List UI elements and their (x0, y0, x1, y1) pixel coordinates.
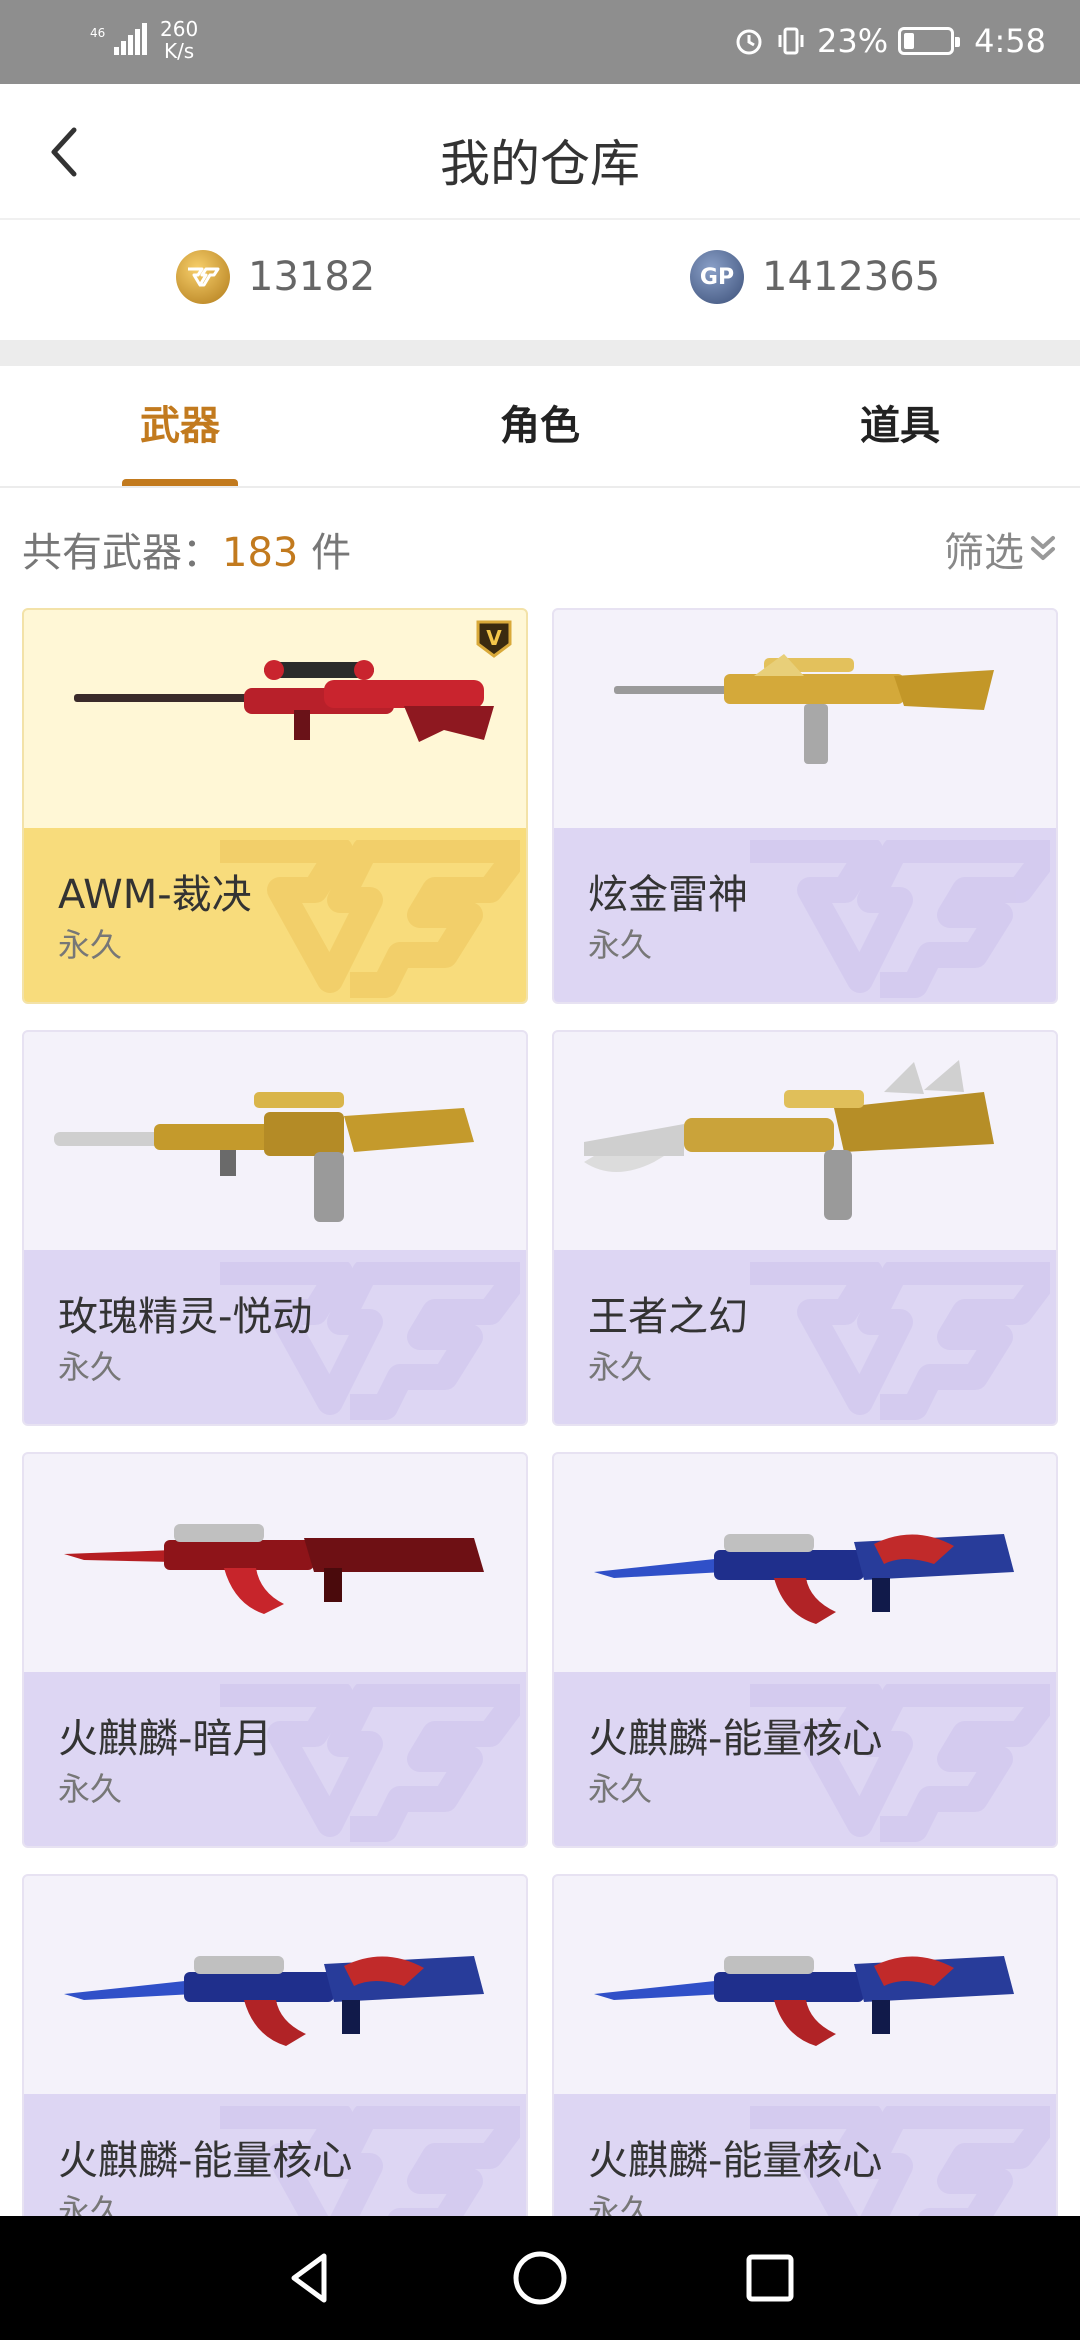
weapon-name: 玫瑰精灵-悦动 (58, 1294, 313, 1340)
weapon-image (554, 610, 1056, 828)
nav-recents-button[interactable] (740, 2248, 800, 2308)
cf-watermark-icon (750, 1262, 1050, 1420)
weapon-name: 火麒麟-暗月 (58, 1716, 273, 1762)
weapon-image (554, 1454, 1056, 1672)
weapon-duration: 永久 (588, 2192, 653, 2216)
vibrate-icon (778, 27, 804, 55)
system-nav-bar (0, 2216, 1080, 2340)
status-right: 23% 4:58 (733, 22, 1046, 60)
weapon-info: 火麒麟-能量核心永久 (24, 2094, 526, 2216)
weapon-info: 火麒麟-能量核心永久 (554, 2094, 1056, 2216)
tab-weapons[interactable]: 武器 (0, 366, 360, 488)
network-speed: 260 K/s (160, 18, 198, 62)
signal-icon: 46 (90, 23, 147, 55)
weapon-card[interactable]: 王者之幻 永久 (552, 1030, 1058, 1426)
back-triangle-icon (291, 2253, 327, 2303)
double-chevron-down-icon (1031, 536, 1055, 560)
status-bar: 46 260 K/s 23% 4:58 (0, 0, 1080, 84)
weapon-duration: 永久 (58, 2192, 123, 2216)
weapon-grid: V AWM-裁决 永久 炫金雷神 永久 玫瑰精灵-悦动 永久 王者之幻 永久 火… (0, 608, 1080, 2216)
nav-home-button[interactable] (510, 2248, 570, 2308)
nav-back-button[interactable] (280, 2248, 340, 2308)
weapon-image (24, 610, 526, 828)
weapon-count-value: 183 (222, 530, 299, 576)
tab-items[interactable]: 道具 (720, 366, 1080, 488)
gp-points: GP 1412365 (690, 250, 940, 304)
weapon-info: 火麒麟-能量核心永久 (554, 1672, 1056, 1846)
svg-text:V: V (486, 626, 502, 650)
weapon-name: AWM-裁决 (58, 872, 252, 918)
weapon-info: 玫瑰精灵-悦动永久 (24, 1250, 526, 1424)
cf-watermark-icon (750, 840, 1050, 998)
weapon-info: AWM-裁决永久 (24, 828, 526, 1002)
weapon-image (24, 1454, 526, 1672)
battery-icon (898, 27, 961, 55)
weapon-image (24, 1032, 526, 1250)
weapon-count-prefix: 共有武器： (22, 530, 222, 576)
weapon-duration: 永久 (58, 1348, 123, 1386)
active-tab-indicator (122, 479, 238, 486)
currency-bar: 13182 GP 1412365 (0, 220, 1080, 340)
gp-coin-symbol: GP (699, 264, 735, 290)
app-header: 我的仓库 (0, 84, 1080, 220)
battery-percent: 23% (817, 22, 889, 60)
svg-text:46: 46 (90, 26, 105, 40)
weapon-info: 炫金雷神 永久 (554, 828, 1056, 1002)
weapon-duration: 永久 (58, 1770, 123, 1808)
weapon-name: 火麒麟-能量核心 (588, 1716, 883, 1762)
cf-points-value: 13182 (248, 254, 376, 300)
weapon-count: 共有武器：183 件 (22, 520, 351, 578)
status-left: 46 260 K/s (90, 18, 198, 62)
weapon-card[interactable]: 炫金雷神 永久 (552, 608, 1058, 1004)
page-title: 我的仓库 (440, 135, 640, 193)
weapon-duration: 永久 (588, 926, 653, 964)
weapon-card[interactable]: 火麒麟-暗月永久 (22, 1452, 528, 1848)
gp-coin-icon: GP (690, 250, 744, 304)
weapon-name: 火麒麟-能量核心 (588, 2138, 883, 2184)
weapon-count-suffix: 件 (298, 530, 352, 576)
battery-fill (904, 33, 915, 49)
weapon-name: 炫金雷神 (588, 872, 748, 918)
speed-unit: K/s (163, 39, 195, 63)
home-circle-icon (513, 2251, 567, 2305)
speed-value: 260 (160, 17, 199, 41)
cf-coin-icon (176, 250, 230, 304)
gp-points-value: 1412365 (762, 254, 941, 300)
weapon-name: 火麒麟-能量核心 (58, 2138, 353, 2184)
recents-square-icon (746, 2254, 794, 2302)
summary-row: 共有武器：183 件 筛选 (0, 488, 1080, 608)
vip-badge-icon: V (476, 620, 512, 658)
weapon-card[interactable]: 玫瑰精灵-悦动永久 (22, 1030, 528, 1426)
weapon-card[interactable]: V AWM-裁决永久 (22, 608, 528, 1004)
weapon-name: 王者之幻 (588, 1294, 748, 1340)
weapon-duration: 永久 (588, 1770, 653, 1808)
weapon-info: 火麒麟-暗月永久 (24, 1672, 526, 1846)
tab-characters[interactable]: 角色 (360, 366, 720, 488)
weapon-card[interactable]: 火麒麟-能量核心永久 (22, 1874, 528, 2216)
weapon-image (24, 1876, 526, 2094)
filter-label: 筛选 (944, 530, 1024, 576)
weapon-card[interactable]: 火麒麟-能量核心永久 (552, 1452, 1058, 1848)
weapon-image (554, 1876, 1056, 2094)
section-divider (0, 340, 1080, 366)
filter-button[interactable]: 筛选 (944, 520, 1058, 578)
weapon-card[interactable]: 火麒麟-能量核心永久 (552, 1874, 1058, 2216)
cf-watermark-icon (220, 840, 520, 998)
clock: 4:58 (974, 22, 1046, 60)
weapon-duration: 永久 (58, 926, 123, 964)
alarm-icon (736, 29, 762, 55)
weapon-info: 王者之幻 永久 (554, 1250, 1056, 1424)
category-tabs: 武器 角色 道具 (0, 366, 1080, 488)
weapon-duration: 永久 (588, 1348, 653, 1386)
cf-points: 13182 (176, 250, 375, 304)
weapon-image (554, 1032, 1056, 1250)
